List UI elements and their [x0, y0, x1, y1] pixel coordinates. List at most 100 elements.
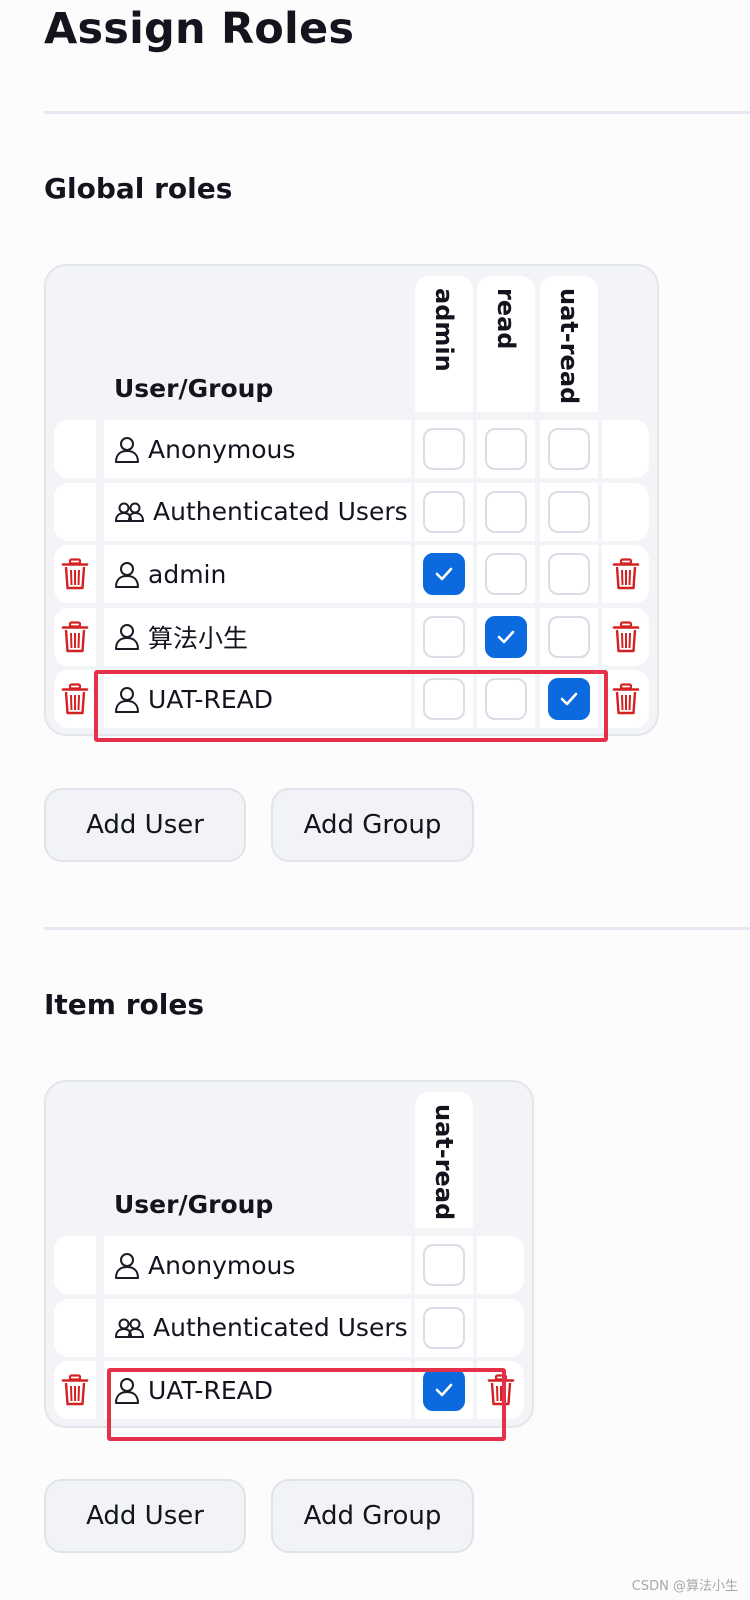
- delete-cell: [54, 670, 96, 728]
- item-roles-table: User/Group uat-read Anonymous Authenticated…: [44, 1080, 534, 1428]
- trash-icon[interactable]: [61, 558, 89, 590]
- role-checkbox[interactable]: [548, 615, 590, 658]
- user-group-header: User/Group: [114, 374, 274, 403]
- role-checkbox-checked[interactable]: [423, 553, 465, 595]
- group-icon: [114, 1316, 145, 1339]
- checkbox-cell: [477, 482, 535, 541]
- checkbox-cell: [477, 607, 535, 666]
- user-name: 算法小生: [148, 623, 249, 653]
- role-column-header: uat-read: [540, 276, 598, 412]
- user-icon: [114, 435, 140, 464]
- role-label: admin: [430, 288, 458, 372]
- user-icon: [114, 560, 140, 589]
- role-checkbox[interactable]: [423, 490, 465, 533]
- delete-cell: [54, 1236, 96, 1294]
- user-cell: Authenticated Users: [104, 482, 411, 541]
- delete-cell: [54, 607, 96, 666]
- trash-icon[interactable]: [61, 1374, 89, 1406]
- delete-cell: [477, 1236, 524, 1294]
- checkbox-cell: [415, 545, 473, 603]
- role-column-header: admin: [415, 276, 473, 412]
- user-cell: UAT-READ: [104, 1361, 411, 1419]
- delete-cell: [602, 420, 649, 478]
- role-checkbox[interactable]: [485, 678, 527, 720]
- item-roles-title: Item roles: [44, 988, 205, 1021]
- user-name: UAT-READ: [148, 684, 273, 714]
- user-cell: 算法小生: [104, 607, 411, 666]
- role-checkbox[interactable]: [423, 1244, 465, 1286]
- trash-icon[interactable]: [61, 620, 89, 653]
- user-icon: [114, 622, 140, 651]
- add-group-button[interactable]: Add Group: [271, 1479, 474, 1553]
- role-label: read: [492, 288, 520, 350]
- checkbox-cell: [540, 670, 598, 728]
- checkbox-cell: [540, 420, 598, 478]
- checkbox-cell: [540, 482, 598, 541]
- role-checkbox-checked[interactable]: [548, 678, 590, 720]
- user-name: admin: [148, 559, 227, 589]
- user-name: Authenticated Users: [153, 497, 408, 526]
- checkbox-cell: [477, 670, 535, 728]
- checkbox-cell: [415, 482, 473, 541]
- role-checkbox[interactable]: [423, 1306, 465, 1349]
- role-checkbox[interactable]: [548, 490, 590, 533]
- checkbox-cell: [415, 420, 473, 478]
- user-cell: Anonymous: [104, 420, 411, 478]
- checkbox-cell: [415, 1361, 473, 1419]
- role-checkbox-checked[interactable]: [423, 1369, 465, 1411]
- user-cell: UAT-READ: [104, 670, 411, 728]
- user-name: Anonymous: [148, 1250, 296, 1280]
- global-roles-title: Global roles: [44, 172, 233, 205]
- trash-icon[interactable]: [61, 683, 89, 715]
- checkbox-cell: [477, 420, 535, 478]
- divider: [44, 111, 750, 114]
- delete-cell: [54, 420, 96, 478]
- add-group-button[interactable]: Add Group: [271, 788, 474, 862]
- delete-cell: [477, 1298, 524, 1357]
- checkbox-cell: [540, 545, 598, 603]
- role-label: uat-read: [430, 1104, 458, 1221]
- role-checkbox-checked[interactable]: [485, 615, 527, 658]
- role-checkbox[interactable]: [548, 428, 590, 470]
- trash-icon[interactable]: [487, 1374, 515, 1406]
- role-column-header: uat-read: [415, 1092, 473, 1228]
- role-checkbox[interactable]: [485, 428, 527, 470]
- delete-cell: [602, 482, 649, 541]
- role-checkbox[interactable]: [548, 553, 590, 595]
- role-checkbox[interactable]: [423, 678, 465, 720]
- trash-icon[interactable]: [612, 683, 640, 715]
- role-label: uat-read: [555, 288, 583, 405]
- user-cell: admin: [104, 545, 411, 603]
- add-user-button[interactable]: Add User: [44, 788, 246, 862]
- add-user-button[interactable]: Add User: [44, 1479, 246, 1553]
- role-column-header: read: [477, 276, 535, 412]
- role-checkbox[interactable]: [485, 553, 527, 595]
- role-checkbox[interactable]: [485, 490, 527, 533]
- checkbox-cell: [540, 607, 598, 666]
- checkbox-cell: [477, 545, 535, 603]
- divider: [44, 927, 750, 930]
- user-cell: Authenticated Users: [104, 1298, 411, 1357]
- delete-cell: [602, 607, 649, 666]
- user-icon: [114, 1251, 140, 1280]
- user-icon: [114, 1376, 140, 1405]
- group-icon: [114, 500, 145, 523]
- checkbox-cell: [415, 670, 473, 728]
- trash-icon[interactable]: [612, 558, 640, 590]
- global-roles-table: User/Group admin read uat-read Anonymous Auth…: [44, 264, 659, 736]
- delete-cell: [54, 1298, 96, 1357]
- delete-cell: [602, 670, 649, 728]
- role-checkbox[interactable]: [423, 428, 465, 470]
- user-icon: [114, 685, 140, 714]
- checkbox-cell: [415, 607, 473, 666]
- watermark: CSDN @算法小生: [631, 1579, 738, 1594]
- page-title: Assign Roles: [44, 4, 355, 54]
- role-checkbox[interactable]: [423, 615, 465, 658]
- checkbox-cell: [415, 1298, 473, 1357]
- delete-cell: [54, 482, 96, 541]
- checkbox-cell: [415, 1236, 473, 1294]
- delete-cell: [54, 545, 96, 603]
- trash-icon[interactable]: [612, 620, 640, 653]
- delete-cell: [54, 1361, 96, 1419]
- user-group-header: User/Group: [114, 1190, 274, 1219]
